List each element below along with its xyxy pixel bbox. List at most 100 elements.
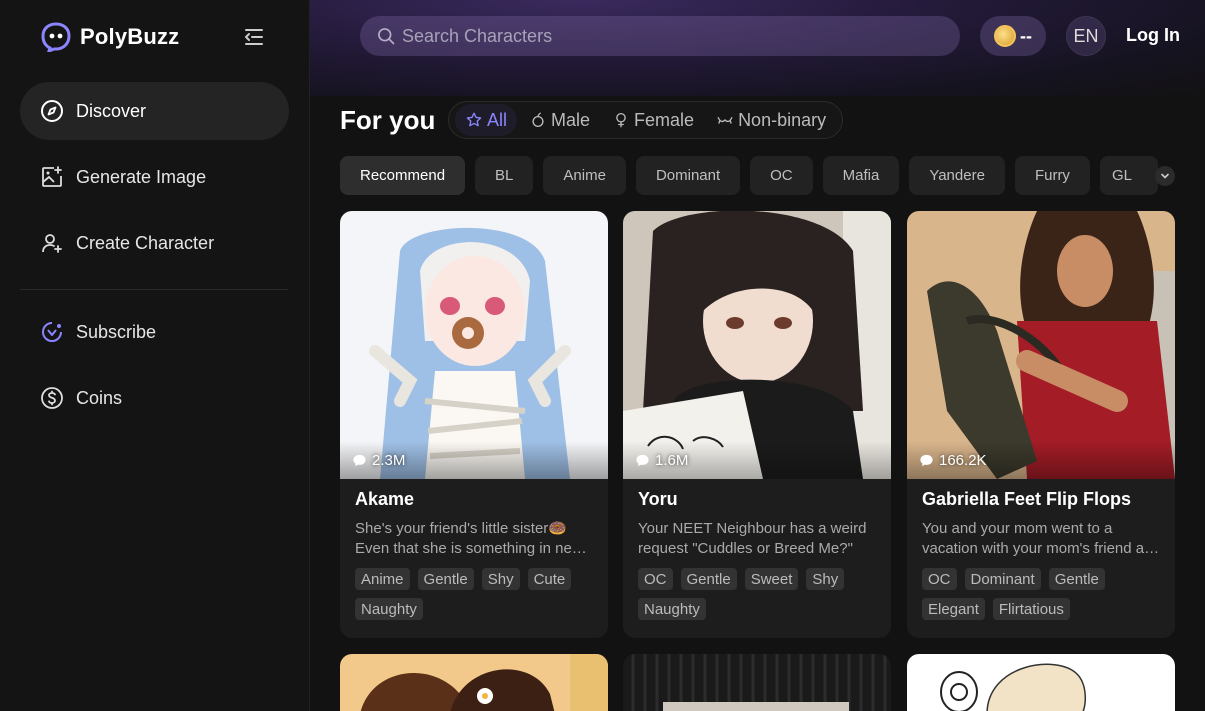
character-tags: Anime Gentle Shy Cute Naughty	[355, 568, 600, 620]
character-description: She's your friend's little sister🍩 Even …	[355, 520, 589, 557]
compass-icon	[41, 100, 63, 122]
chat-count: 1.6M	[635, 452, 688, 469]
tag[interactable]: OC	[922, 568, 957, 590]
non-binary-icon	[717, 117, 733, 124]
sidebar-item-label: Subscribe	[76, 321, 157, 342]
female-icon	[616, 112, 626, 128]
image-plus-icon	[42, 166, 62, 187]
chip-furry[interactable]: Furry	[1014, 156, 1090, 195]
coin-icon	[994, 25, 1016, 47]
tab-label: Non-binary	[738, 109, 827, 130]
sidebar: PolyBuzz Discover Generate Image Create …	[0, 0, 310, 711]
character-image	[340, 654, 608, 711]
category-chips: Recommend BL Anime Dominant OC Mafia Yan…	[340, 156, 1158, 195]
tag[interactable]: Gentle	[417, 568, 474, 590]
tag[interactable]: Gentle	[680, 568, 737, 590]
search-icon	[378, 28, 395, 45]
dollar-coin-icon	[41, 387, 63, 409]
search-bar[interactable]	[360, 16, 960, 56]
tag[interactable]: Naughty	[638, 598, 706, 620]
chat-count-value: 2.3M	[372, 452, 406, 469]
character-portrait-illustration	[623, 211, 891, 479]
character-image: 166.2K	[907, 211, 1175, 479]
tag[interactable]: Shy	[481, 568, 520, 590]
character-description: Your NEET Neighbour has a weird request …	[638, 520, 867, 557]
chat-count: 166.2K	[919, 452, 987, 469]
character-card[interactable]	[623, 654, 891, 711]
sidebar-item-label: Coins	[76, 387, 123, 408]
tab-all[interactable]: All	[455, 104, 518, 136]
character-card[interactable]	[340, 654, 608, 711]
tag[interactable]: Cute	[527, 568, 572, 590]
menu-collapse-icon	[245, 29, 263, 45]
character-image: 2.3M	[340, 211, 608, 479]
tag[interactable]: Anime	[355, 568, 410, 590]
chat-bubble-icon	[353, 454, 366, 467]
search-input[interactable]	[402, 25, 942, 47]
character-card[interactable]: 1.6M Yoru Your NEET Neighbour has a weir…	[623, 211, 891, 638]
tab-male[interactable]: Male	[519, 104, 600, 136]
chevron-down-icon	[1161, 173, 1169, 179]
male-icon	[532, 112, 544, 128]
sidebar-item-label: Discover	[76, 100, 147, 121]
sidebar-item-label: Create Character	[76, 232, 215, 253]
polybuzz-logo-icon	[41, 22, 71, 52]
chip-gl[interactable]: GL	[1099, 156, 1158, 195]
chip-oc[interactable]: OC	[750, 156, 813, 195]
tag[interactable]: OC	[638, 568, 673, 590]
character-card[interactable]: 166.2K Gabriella Feet Flip Flops You and…	[907, 211, 1175, 638]
character-portrait-illustration	[340, 211, 608, 479]
tab-female[interactable]: Female	[602, 104, 704, 136]
character-card[interactable]	[907, 654, 1175, 711]
brand-name: PolyBuzz	[80, 24, 180, 49]
language-button[interactable]: EN	[1066, 16, 1106, 56]
section-title: For you	[340, 105, 436, 135]
character-name: Gabriella Feet Flip Flops	[922, 489, 1132, 509]
collapse-sidebar-button[interactable]	[242, 25, 266, 49]
character-image	[623, 654, 891, 711]
tag[interactable]: Gentle	[1048, 568, 1105, 590]
tag[interactable]: Sweet	[744, 568, 799, 590]
login-button[interactable]: Log In	[1126, 25, 1180, 46]
tag[interactable]: Elegant	[922, 598, 985, 620]
character-description: You and your mom went to a vacation with…	[922, 520, 1161, 557]
chip-recommend[interactable]: Recommend	[340, 156, 466, 195]
character-image	[907, 654, 1175, 711]
tab-non-binary[interactable]: Non-binary	[706, 104, 836, 136]
chat-count: 2.3M	[352, 452, 405, 469]
character-image: 1.6M	[623, 211, 891, 479]
coin-balance: --	[1020, 25, 1032, 46]
character-card[interactable]: 2.3M Akame She's your friend's little si…	[340, 211, 608, 638]
coin-balance-button[interactable]: --	[980, 16, 1046, 56]
sidebar-item-discover[interactable]: Discover	[20, 82, 289, 140]
sidebar-item-coins[interactable]: Coins	[20, 369, 289, 427]
tab-label: Female	[634, 109, 695, 130]
tab-label: All	[487, 109, 508, 130]
sidebar-item-generate-image[interactable]: Generate Image	[20, 148, 289, 206]
sidebar-divider	[20, 289, 288, 290]
character-tags: OC Gentle Sweet Shy Naughty	[638, 568, 883, 620]
tag[interactable]: Dominant	[964, 568, 1041, 590]
character-tags: OC Dominant Gentle Elegant Flirtatious	[922, 568, 1167, 620]
sidebar-item-label: Generate Image	[76, 166, 207, 187]
chat-bubble-icon	[636, 454, 649, 467]
tag[interactable]: Shy	[806, 568, 845, 590]
brand-logo[interactable]: PolyBuzz	[40, 22, 179, 52]
top-header: -- EN Log In	[310, 0, 1205, 96]
chip-anime[interactable]: Anime	[543, 156, 626, 195]
user-plus-icon	[42, 234, 62, 253]
tag[interactable]: Naughty	[355, 598, 423, 620]
chip-mafia[interactable]: Mafia	[822, 156, 900, 195]
tab-label: Male	[551, 109, 591, 130]
chip-yandere[interactable]: Yandere	[909, 156, 1005, 195]
tag[interactable]: Flirtatious	[992, 598, 1070, 620]
expand-categories-button[interactable]	[1155, 166, 1175, 186]
sidebar-item-subscribe[interactable]: Subscribe	[20, 303, 289, 361]
chip-bl[interactable]: BL	[475, 156, 534, 195]
sidebar-item-create-character[interactable]: Create Character	[20, 214, 289, 272]
chip-dominant[interactable]: Dominant	[635, 156, 741, 195]
character-name: Yoru	[638, 489, 678, 509]
crown-badge-icon	[41, 322, 62, 343]
chat-count-value: 1.6M	[655, 452, 689, 469]
character-portrait-illustration	[907, 211, 1175, 479]
